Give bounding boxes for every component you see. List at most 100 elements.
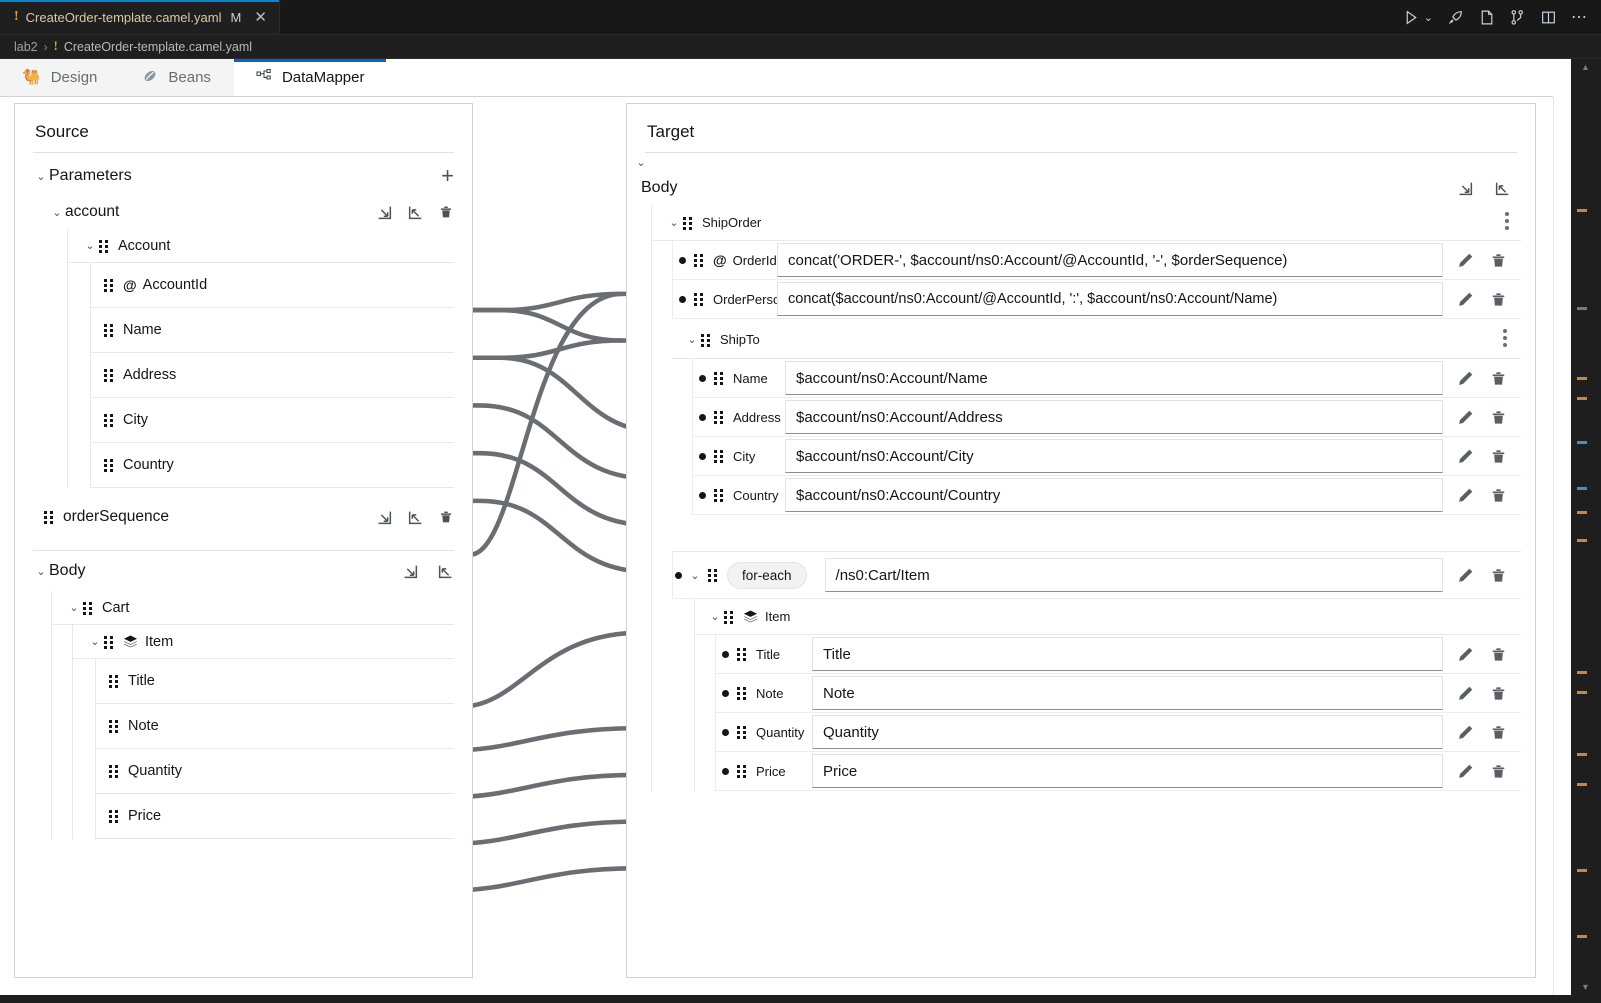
source-field-Price[interactable]: Price bbox=[95, 793, 454, 839]
chevron-down-icon[interactable]: ⌄ bbox=[66, 601, 82, 614]
drag-handle-icon[interactable] bbox=[713, 410, 726, 424]
source-field-Note[interactable]: Note bbox=[95, 703, 454, 749]
drag-handle-icon[interactable] bbox=[682, 216, 695, 230]
drag-handle-icon[interactable] bbox=[723, 610, 736, 624]
overflow-menu-icon[interactable] bbox=[1503, 329, 1507, 350]
source-field-AccountId[interactable]: @ AccountId bbox=[90, 262, 454, 308]
target-field-OrderId[interactable]: @ OrderId concat('ORDER-', $account/ns0:… bbox=[672, 240, 1521, 280]
source-field-Quantity[interactable]: Quantity bbox=[95, 748, 454, 794]
import-instance-icon[interactable] bbox=[376, 509, 393, 526]
target-field-Item-Note[interactable]: Note Note bbox=[715, 673, 1521, 713]
source-field-Title[interactable]: Title bbox=[95, 658, 454, 704]
pencil-icon[interactable] bbox=[1457, 763, 1474, 780]
target-field-Item-Title[interactable]: Title Title bbox=[715, 634, 1521, 674]
source-node-Item[interactable]: ⌄ Item bbox=[73, 625, 454, 659]
drag-handle-icon[interactable] bbox=[82, 601, 95, 615]
drag-handle-icon[interactable] bbox=[108, 809, 121, 823]
delete-icon[interactable] bbox=[438, 509, 454, 525]
drag-handle-icon[interactable] bbox=[693, 292, 706, 306]
pencil-icon[interactable] bbox=[1457, 252, 1474, 269]
scroll-up-icon[interactable]: ▲ bbox=[1581, 62, 1590, 72]
expression-input-Item-Quantity[interactable]: Quantity bbox=[812, 715, 1443, 749]
expression-input-ShipTo-Name[interactable]: $account/ns0:Account/Name bbox=[785, 361, 1443, 395]
attach-schema-icon[interactable] bbox=[407, 204, 424, 221]
target-field-ShipTo-Address[interactable]: Address $account/ns0:Account/Address bbox=[692, 397, 1521, 437]
expression-input-Item-Note[interactable]: Note bbox=[812, 676, 1443, 710]
tab-datamapper[interactable]: DataMapper bbox=[234, 59, 388, 96]
expression-input-OrderPerson[interactable]: concat($account/ns0:Account/@AccountId, … bbox=[777, 282, 1443, 316]
target-node-ShipOrder[interactable]: ⌄ ShipOrder bbox=[652, 205, 1521, 241]
expression-input-ShipTo-Country[interactable]: $account/ns0:Account/Country bbox=[785, 478, 1443, 512]
drag-handle-icon[interactable] bbox=[98, 239, 111, 253]
source-node-Account[interactable]: ⌄ Account bbox=[68, 229, 454, 263]
expression-input-foreach[interactable]: /ns0:Cart/Item bbox=[825, 558, 1443, 592]
source-parameter-account[interactable]: ⌄ account bbox=[33, 195, 454, 229]
pencil-icon[interactable] bbox=[1457, 487, 1474, 504]
pencil-icon[interactable] bbox=[1457, 724, 1474, 741]
trash-icon[interactable] bbox=[1490, 685, 1507, 702]
editor-tab-createorder-yaml[interactable]: ! CreateOrder-template.camel.yaml M ✕ bbox=[0, 0, 280, 34]
chevron-down-icon[interactable]: ⌄ bbox=[49, 206, 65, 219]
drag-handle-icon[interactable] bbox=[108, 719, 121, 733]
attach-schema-icon[interactable] bbox=[407, 509, 424, 526]
pencil-icon[interactable] bbox=[1457, 409, 1474, 426]
target-foreach-row[interactable]: ⌄ for-each /ns0:Cart/Item bbox=[672, 551, 1521, 599]
chevron-down-icon[interactable]: ⌄ bbox=[87, 635, 103, 648]
pencil-icon[interactable] bbox=[1457, 567, 1474, 584]
trash-icon[interactable] bbox=[1490, 724, 1507, 741]
expression-input-OrderId[interactable]: concat('ORDER-', $account/ns0:Account/@A… bbox=[777, 243, 1443, 277]
drag-handle-icon[interactable] bbox=[713, 449, 726, 463]
pencil-icon[interactable] bbox=[1457, 291, 1474, 308]
target-node-Item[interactable]: ⌄ Item bbox=[695, 599, 1521, 635]
scroll-down-icon[interactable]: ▼ bbox=[1581, 982, 1590, 992]
source-body-header[interactable]: ⌄ Body bbox=[33, 551, 454, 591]
drag-handle-icon[interactable] bbox=[736, 725, 749, 739]
chevron-down-icon[interactable]: ⌄ bbox=[684, 333, 700, 346]
drag-handle-icon[interactable] bbox=[707, 568, 720, 582]
drag-handle-icon[interactable] bbox=[103, 323, 116, 337]
pencil-icon[interactable] bbox=[1457, 646, 1474, 663]
breadcrumb-file[interactable]: CreateOrder-template.camel.yaml bbox=[64, 40, 252, 54]
trash-icon[interactable] bbox=[1490, 291, 1507, 308]
pencil-icon[interactable] bbox=[1457, 370, 1474, 387]
source-field-City[interactable]: City bbox=[90, 397, 454, 443]
foreach-badge[interactable]: for-each bbox=[727, 562, 807, 589]
trash-icon[interactable] bbox=[1490, 646, 1507, 663]
close-icon[interactable]: ✕ bbox=[254, 10, 267, 25]
attach-schema-icon[interactable] bbox=[437, 563, 454, 580]
drag-handle-icon[interactable] bbox=[713, 371, 726, 385]
tab-design[interactable]: 🐫 Design bbox=[0, 59, 120, 96]
rocket-icon[interactable] bbox=[1447, 9, 1464, 26]
run-or-debug-icon[interactable] bbox=[1403, 9, 1420, 26]
chevron-down-icon[interactable]: ⌄ bbox=[707, 610, 723, 623]
new-file-icon[interactable] bbox=[1478, 9, 1495, 26]
source-node-Cart[interactable]: ⌄ Cart bbox=[52, 591, 454, 625]
source-field-Address[interactable]: Address bbox=[90, 352, 454, 398]
editor-scroll-gutter[interactable] bbox=[1553, 97, 1571, 995]
chevron-down-icon[interactable]: ⌄ bbox=[633, 156, 649, 169]
attach-schema-icon[interactable] bbox=[1494, 180, 1511, 197]
drag-handle-icon[interactable] bbox=[700, 333, 713, 347]
trash-icon[interactable] bbox=[1490, 252, 1507, 269]
trash-icon[interactable] bbox=[1490, 448, 1507, 465]
drag-handle-icon[interactable] bbox=[103, 458, 116, 472]
target-field-OrderPerson[interactable]: OrderPerson concat($account/ns0:Account/… bbox=[672, 279, 1521, 319]
expression-input-ShipTo-Address[interactable]: $account/ns0:Account/Address bbox=[785, 400, 1443, 434]
source-field-Country[interactable]: Country bbox=[90, 442, 454, 488]
source-parameter-orderSequence[interactable]: orderSequence bbox=[33, 494, 454, 540]
source-parameters-header[interactable]: ⌄ Parameters + bbox=[33, 157, 454, 195]
target-body-header[interactable]: Body bbox=[633, 171, 1521, 205]
expression-input-Item-Price[interactable]: Price bbox=[812, 754, 1443, 788]
import-instance-icon[interactable] bbox=[1457, 180, 1474, 197]
source-control-icon[interactable] bbox=[1509, 9, 1526, 26]
drag-handle-icon[interactable] bbox=[108, 674, 121, 688]
chevron-down-icon[interactable]: ⌄ bbox=[666, 216, 682, 229]
trash-icon[interactable] bbox=[1490, 487, 1507, 504]
drag-handle-icon[interactable] bbox=[103, 635, 116, 649]
breadcrumb-root[interactable]: lab2 bbox=[14, 40, 38, 54]
chevron-down-icon[interactable]: ⌄ bbox=[82, 239, 98, 252]
trash-icon[interactable] bbox=[1490, 370, 1507, 387]
drag-handle-icon[interactable] bbox=[108, 764, 121, 778]
chevron-down-icon[interactable]: ⌄ bbox=[1424, 11, 1433, 24]
target-field-ShipTo-Country[interactable]: Country $account/ns0:Account/Country bbox=[692, 475, 1521, 515]
